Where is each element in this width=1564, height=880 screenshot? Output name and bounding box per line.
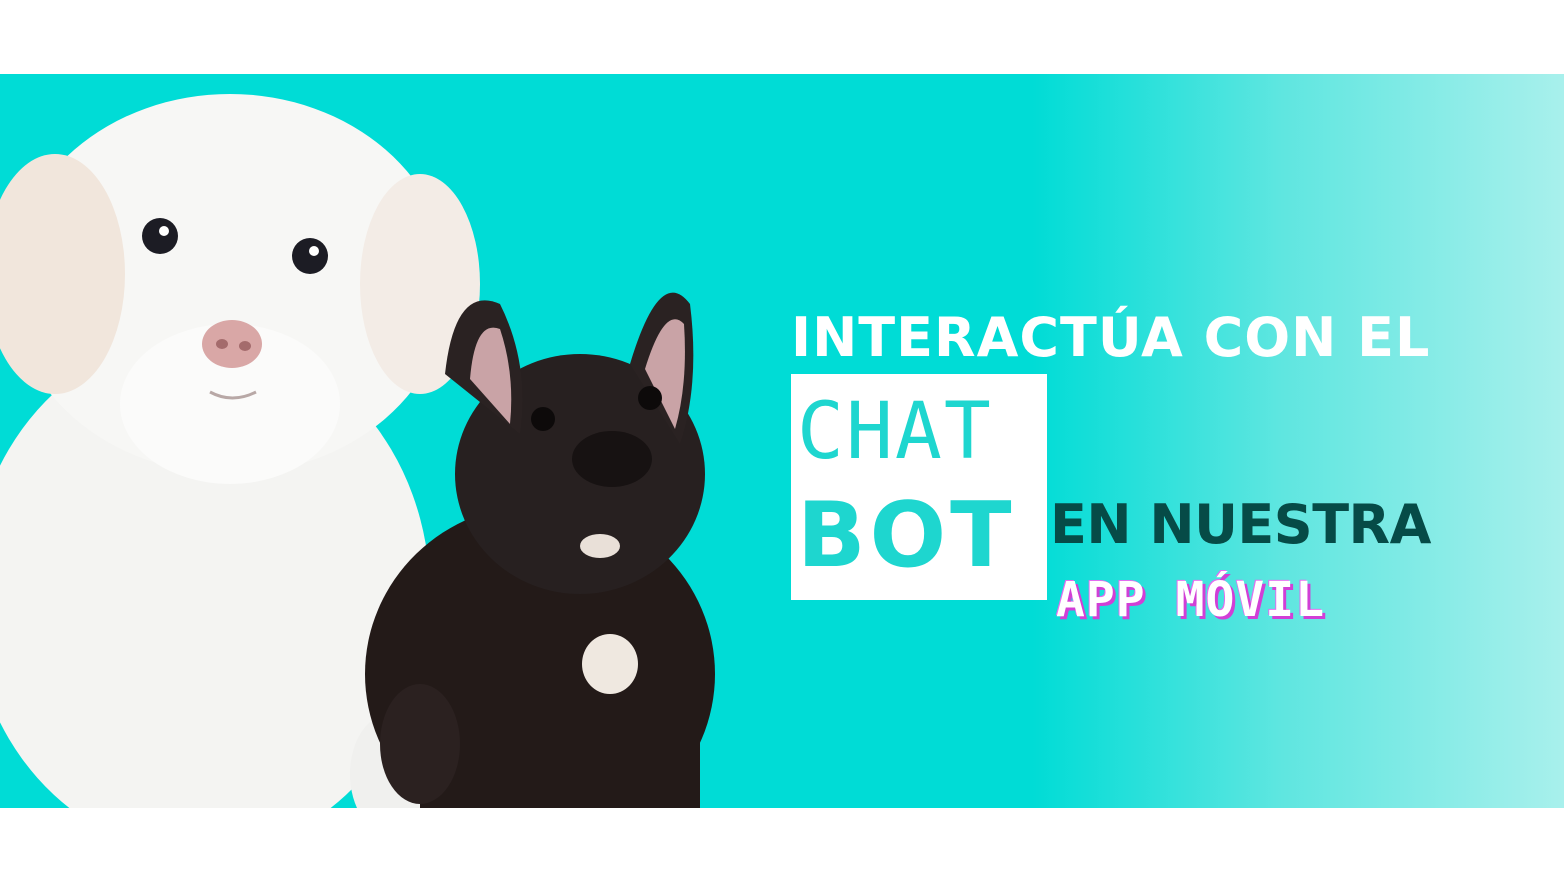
chat-word: CHAT <box>797 387 993 477</box>
puppies-illustration <box>0 94 715 808</box>
headline-en-nuestra: EN NUESTRA <box>1050 493 1431 556</box>
page: INTERACTÚA CON EL CHAT BOT EN NUESTRA AP… <box>0 0 1564 880</box>
promo-banner: INTERACTÚA CON EL CHAT BOT EN NUESTRA AP… <box>0 74 1564 808</box>
headline-interactua: INTERACTÚA CON EL <box>791 306 1431 369</box>
chatbot-label-box: CHAT BOT <box>791 374 1047 600</box>
bot-word: BOT <box>797 483 1016 588</box>
headline-app-movil: APP MÓVIL <box>1056 572 1326 628</box>
